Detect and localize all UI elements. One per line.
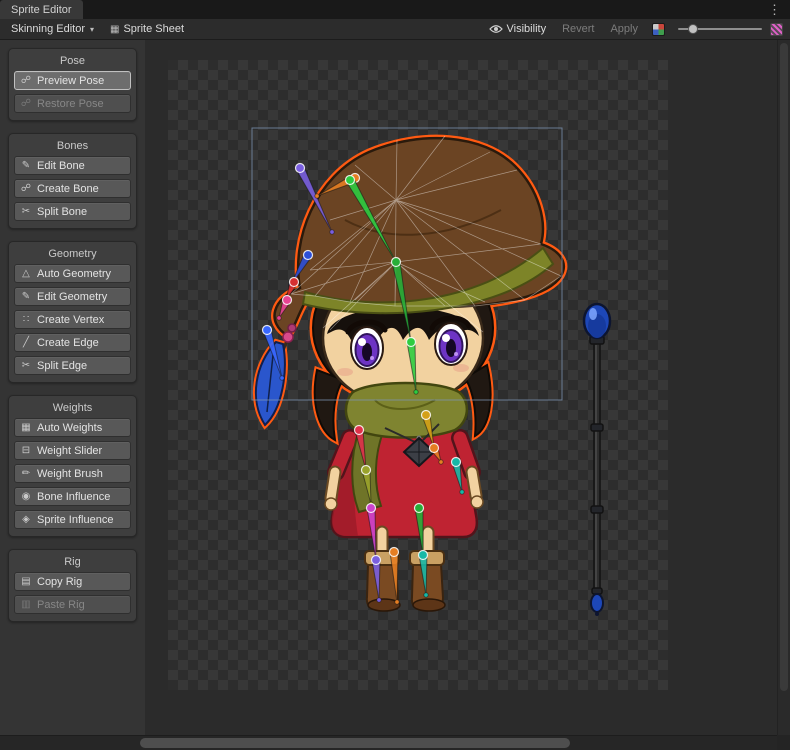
panel-title: Geometry	[14, 248, 131, 260]
panel-pose: Pose ☍ Preview Pose ☍ Restore Pose	[8, 48, 137, 121]
chevron-down-icon: ▾	[90, 25, 94, 34]
vertical-scrollbar[interactable]	[777, 40, 790, 735]
bone-restore-icon: ☍	[20, 98, 32, 109]
horizontal-scrollbar-thumb[interactable]	[140, 738, 570, 748]
mesh-icon: △	[20, 268, 32, 279]
bone-influence-button[interactable]: ◉ Bone Influence	[14, 487, 131, 506]
grid-icon: ▦	[110, 24, 119, 35]
paste-icon: ▥	[20, 599, 32, 610]
revert-button[interactable]: Revert	[555, 21, 601, 38]
create-edge-button[interactable]: ╱ Create Edge	[14, 333, 131, 352]
eye-icon	[489, 24, 503, 34]
vertical-scrollbar-thumb[interactable]	[780, 43, 788, 691]
staff-sprite[interactable]	[584, 304, 610, 616]
auto-geometry-button[interactable]: △ Auto Geometry	[14, 264, 131, 283]
button-label: Split Edge	[37, 360, 87, 372]
hat-bead	[283, 332, 293, 342]
tool-sidebar: Pose ☍ Preview Pose ☍ Restore Pose Bones…	[0, 40, 145, 735]
button-label: Auto Weights	[37, 422, 102, 434]
preview-pose-button[interactable]: ☍ Preview Pose	[14, 71, 131, 90]
panel-bones: Bones ✎ Edit Bone ☍ Create Bone ✂ Split …	[8, 133, 137, 229]
sprite-sheet-label: Sprite Sheet	[123, 23, 184, 35]
split-edge-button[interactable]: ✂ Split Edge	[14, 356, 131, 375]
apply-button[interactable]: Apply	[603, 21, 645, 38]
mode-dropdown-label: Skinning Editor	[11, 23, 85, 35]
button-label: Restore Pose	[37, 98, 104, 110]
sprite-sheet-button[interactable]: ▦ Sprite Sheet	[103, 21, 191, 38]
canvas-viewport[interactable]	[145, 40, 777, 735]
bone-icon: ☍	[20, 183, 32, 194]
edge-icon: ╱	[20, 337, 32, 348]
tab-title: Sprite Editor	[11, 4, 72, 16]
pencil-icon: ✎	[20, 291, 32, 302]
scissors-icon: ✂	[20, 206, 32, 217]
sprite-editor-window: Sprite Editor ⋮ Skinning Editor ▾ ▦ Spri…	[0, 0, 790, 750]
button-label: Bone Influence	[37, 491, 110, 503]
button-label: Weight Brush	[37, 468, 103, 480]
panel-title: Weights	[14, 402, 131, 414]
weights-grid-icon: ▦	[20, 422, 32, 433]
button-label: Create Bone	[37, 183, 99, 195]
copy-icon: ▤	[20, 576, 32, 587]
scissors-icon: ✂	[20, 360, 32, 371]
button-label: Split Bone	[37, 206, 87, 218]
kebab-menu-icon[interactable]: ⋮	[762, 0, 787, 19]
button-label: Paste Rig	[37, 599, 85, 611]
scrollbar-corner	[777, 735, 790, 750]
weight-slider-button[interactable]: ⊟ Weight Slider	[14, 441, 131, 460]
panel-title: Pose	[14, 55, 131, 67]
create-bone-button[interactable]: ☍ Create Bone	[14, 179, 131, 198]
restore-pose-button[interactable]: ☍ Restore Pose	[14, 94, 131, 113]
split-bone-button[interactable]: ✂ Split Bone	[14, 202, 131, 221]
visibility-label: Visibility	[507, 23, 547, 35]
edit-geometry-button[interactable]: ✎ Edit Geometry	[14, 287, 131, 306]
main-area: Pose ☍ Preview Pose ☍ Restore Pose Bones…	[0, 40, 790, 735]
pencil-icon: ✎	[20, 160, 32, 171]
button-label: Preview Pose	[37, 75, 104, 87]
alpha-filter-icon[interactable]	[770, 23, 783, 36]
zoom-slider-knob[interactable]	[688, 24, 698, 34]
panel-rig: Rig ▤ Copy Rig ▥ Paste Rig	[8, 549, 137, 622]
tab-bar: Sprite Editor ⋮	[0, 0, 790, 19]
tab-sprite-editor[interactable]: Sprite Editor	[0, 0, 83, 19]
sprite-influence-button[interactable]: ◈ Sprite Influence	[14, 510, 131, 529]
button-label: Create Vertex	[37, 314, 104, 326]
panel-title: Bones	[14, 140, 131, 152]
panel-weights: Weights ▦ Auto Weights ⊟ Weight Slider ✏…	[8, 395, 137, 537]
sprite-influence-icon: ◈	[20, 514, 32, 525]
auto-weights-button[interactable]: ▦ Auto Weights	[14, 418, 131, 437]
visibility-button[interactable]: Visibility	[482, 21, 554, 38]
influence-icon: ◉	[20, 491, 32, 502]
button-label: Auto Geometry	[37, 268, 111, 280]
button-label: Create Edge	[37, 337, 99, 349]
edit-bone-button[interactable]: ✎ Edit Bone	[14, 156, 131, 175]
button-label: Edit Bone	[37, 160, 85, 172]
bone-pose-icon: ☍	[20, 75, 32, 86]
copy-rig-button[interactable]: ▤ Copy Rig	[14, 572, 131, 591]
zoom-slider[interactable]	[678, 21, 762, 37]
button-label: Sprite Influence	[37, 514, 113, 526]
button-label: Weight Slider	[37, 445, 102, 457]
vertex-icon: ∷	[20, 314, 32, 325]
weight-brush-button[interactable]: ✏ Weight Brush	[14, 464, 131, 483]
color-mode-icon[interactable]	[652, 23, 665, 36]
panel-geometry: Geometry △ Auto Geometry ✎ Edit Geometry…	[8, 241, 137, 383]
skinning-editor-dropdown[interactable]: Skinning Editor ▾	[4, 21, 101, 38]
horizontal-scrollbar[interactable]	[0, 735, 777, 750]
brush-icon: ✏	[20, 468, 32, 479]
toolbar: Skinning Editor ▾ ▦ Sprite Sheet Visibil…	[0, 19, 790, 40]
button-label: Edit Geometry	[37, 291, 107, 303]
create-vertex-button[interactable]: ∷ Create Vertex	[14, 310, 131, 329]
panel-title: Rig	[14, 556, 131, 568]
scene-svg	[145, 40, 777, 735]
button-label: Copy Rig	[37, 576, 82, 588]
slider-icon: ⊟	[20, 445, 32, 456]
paste-rig-button[interactable]: ▥ Paste Rig	[14, 595, 131, 614]
